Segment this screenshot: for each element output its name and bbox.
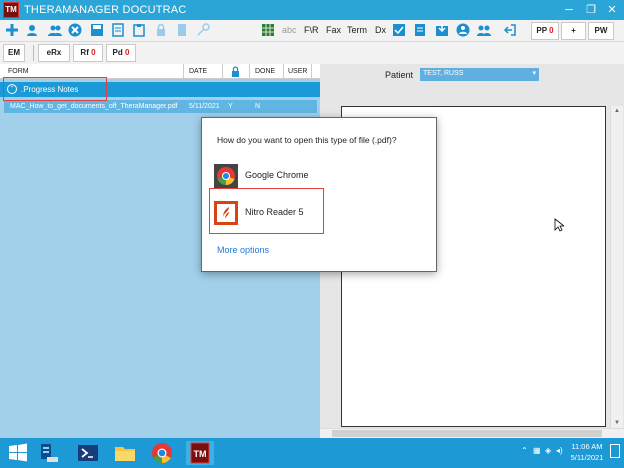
column-divider: [283, 64, 284, 79]
tray-chevron-up-icon[interactable]: ⌃: [521, 446, 528, 455]
plus-button[interactable]: +: [561, 22, 586, 40]
clock-time: 11:06 AM: [571, 442, 603, 451]
clipboard-icon[interactable]: [132, 23, 146, 37]
close-button[interactable]: ✕: [601, 2, 623, 18]
file-icon[interactable]: [175, 23, 189, 37]
horizontal-scrollbar[interactable]: [320, 428, 624, 438]
security-icon[interactable]: ◈: [545, 446, 551, 455]
pp-count: 0: [549, 26, 554, 35]
option-google-chrome[interactable]: Google Chrome: [214, 162, 332, 190]
chevron-down-icon: ▾: [532, 70, 536, 77]
pd-count: 0: [125, 48, 130, 57]
system-clock[interactable]: 11:06 AM 5/11/2021: [568, 441, 606, 463]
title-bar: TM THERAMANAGER DOCUTRAC ─ ❐ ✕: [0, 0, 624, 20]
patient-label: Patient: [385, 70, 414, 80]
file-explorer-icon[interactable]: [113, 441, 137, 465]
inbox-icon[interactable]: [435, 23, 449, 37]
mouse-cursor-icon: [554, 218, 566, 232]
window-title: THERAMANAGER DOCUTRAC: [24, 4, 187, 16]
windows-start-icon[interactable]: [6, 441, 30, 465]
open-with-dialog: How do you want to open this type of fil…: [201, 117, 437, 272]
rf-button[interactable]: Rf 0: [73, 44, 103, 62]
contact-icon[interactable]: [456, 23, 470, 37]
main-toolbar: abc F\R Fax Term Dx PP 0 + PW: [0, 20, 624, 42]
column-done[interactable]: DONE: [255, 68, 275, 75]
pw-button[interactable]: PW: [588, 22, 614, 40]
file-done-value: N: [255, 103, 261, 110]
file-row[interactable]: MAC_How_to_get_documents_off_TheraManage…: [4, 100, 317, 113]
notes-icon[interactable]: [111, 23, 125, 37]
app-logo-icon: TM: [3, 2, 19, 18]
scroll-thumb[interactable]: [332, 430, 602, 437]
spellcheck-button[interactable]: abc: [282, 25, 297, 35]
server-manager-icon[interactable]: [37, 441, 61, 465]
column-user[interactable]: USER: [288, 68, 307, 75]
edit-icon[interactable]: [26, 23, 40, 37]
scroll-down-icon[interactable]: ▼: [614, 420, 620, 426]
more-options-link[interactable]: More options: [217, 245, 269, 255]
pp-button[interactable]: PP 0: [531, 22, 559, 40]
column-lock-icon[interactable]: [231, 66, 240, 77]
powershell-icon[interactable]: [76, 441, 100, 465]
grid-icon[interactable]: [261, 23, 275, 37]
erx-button[interactable]: eRx: [38, 44, 70, 62]
highlight-box-group: [3, 77, 107, 101]
dx-button[interactable]: Dx: [375, 25, 386, 35]
svg-text:TM: TM: [194, 449, 207, 459]
patient-value: TEST, RUSS: [423, 70, 464, 77]
file-name: MAC_How_to_get_documents_off_TheraManage…: [10, 103, 178, 110]
column-divider: [249, 64, 250, 79]
users-icon[interactable]: [48, 23, 62, 37]
minimize-button[interactable]: ─: [558, 2, 580, 18]
term-button[interactable]: Term: [347, 25, 367, 35]
delete-icon[interactable]: [68, 23, 82, 37]
file-lock-value: Y: [228, 103, 233, 110]
logout-icon[interactable]: [503, 23, 517, 37]
pd-button[interactable]: Pd 0: [106, 44, 136, 62]
maximize-button[interactable]: ❐: [580, 2, 602, 18]
save-icon[interactable]: [90, 23, 104, 37]
vertical-scrollbar[interactable]: ▲ ▼: [610, 106, 623, 428]
fax-button[interactable]: Fax: [326, 25, 341, 35]
fr-button[interactable]: F\R: [304, 25, 319, 35]
check-icon[interactable]: [392, 23, 406, 37]
option-label: Google Chrome: [245, 170, 309, 180]
rf-label: Rf: [80, 48, 89, 57]
dialog-question: How do you want to open this type of fil…: [217, 135, 397, 145]
lock-icon[interactable]: [154, 23, 168, 37]
pd-label: Pd: [112, 48, 123, 57]
volume-icon[interactable]: ◂): [556, 446, 563, 455]
column-divider: [183, 64, 184, 79]
column-divider: [311, 64, 312, 79]
theramanager-taskbar-icon[interactable]: TM: [186, 441, 214, 465]
file-date: 5/11/2021: [189, 103, 220, 110]
group-icon[interactable]: [477, 23, 491, 37]
pp-label: PP: [536, 26, 547, 35]
secondary-toolbar: EM eRx Rf 0 Pd 0: [0, 42, 624, 64]
notification-icon[interactable]: [610, 444, 620, 458]
highlight-box-nitro: [209, 188, 324, 234]
clock-date: 5/11/2021: [570, 453, 604, 462]
scroll-up-icon[interactable]: ▲: [614, 108, 620, 114]
column-divider: [222, 64, 223, 79]
chrome-taskbar-icon[interactable]: [150, 441, 174, 465]
column-form[interactable]: FORM: [8, 68, 29, 75]
patient-dropdown[interactable]: TEST, RUSS ▾: [420, 68, 539, 81]
rf-count: 0: [91, 48, 96, 57]
chrome-icon: [214, 164, 238, 188]
key-icon[interactable]: [196, 23, 210, 37]
add-icon[interactable]: [5, 23, 19, 37]
network-icon[interactable]: ▦: [533, 446, 541, 455]
taskbar: TM ⌃ ▦ ◈ ◂) 11:06 AM 5/11/2021: [0, 438, 624, 468]
em-button[interactable]: EM: [3, 44, 25, 62]
toolbar-divider: [33, 45, 34, 61]
column-date[interactable]: DATE: [189, 68, 207, 75]
document-icon[interactable]: [413, 23, 427, 37]
